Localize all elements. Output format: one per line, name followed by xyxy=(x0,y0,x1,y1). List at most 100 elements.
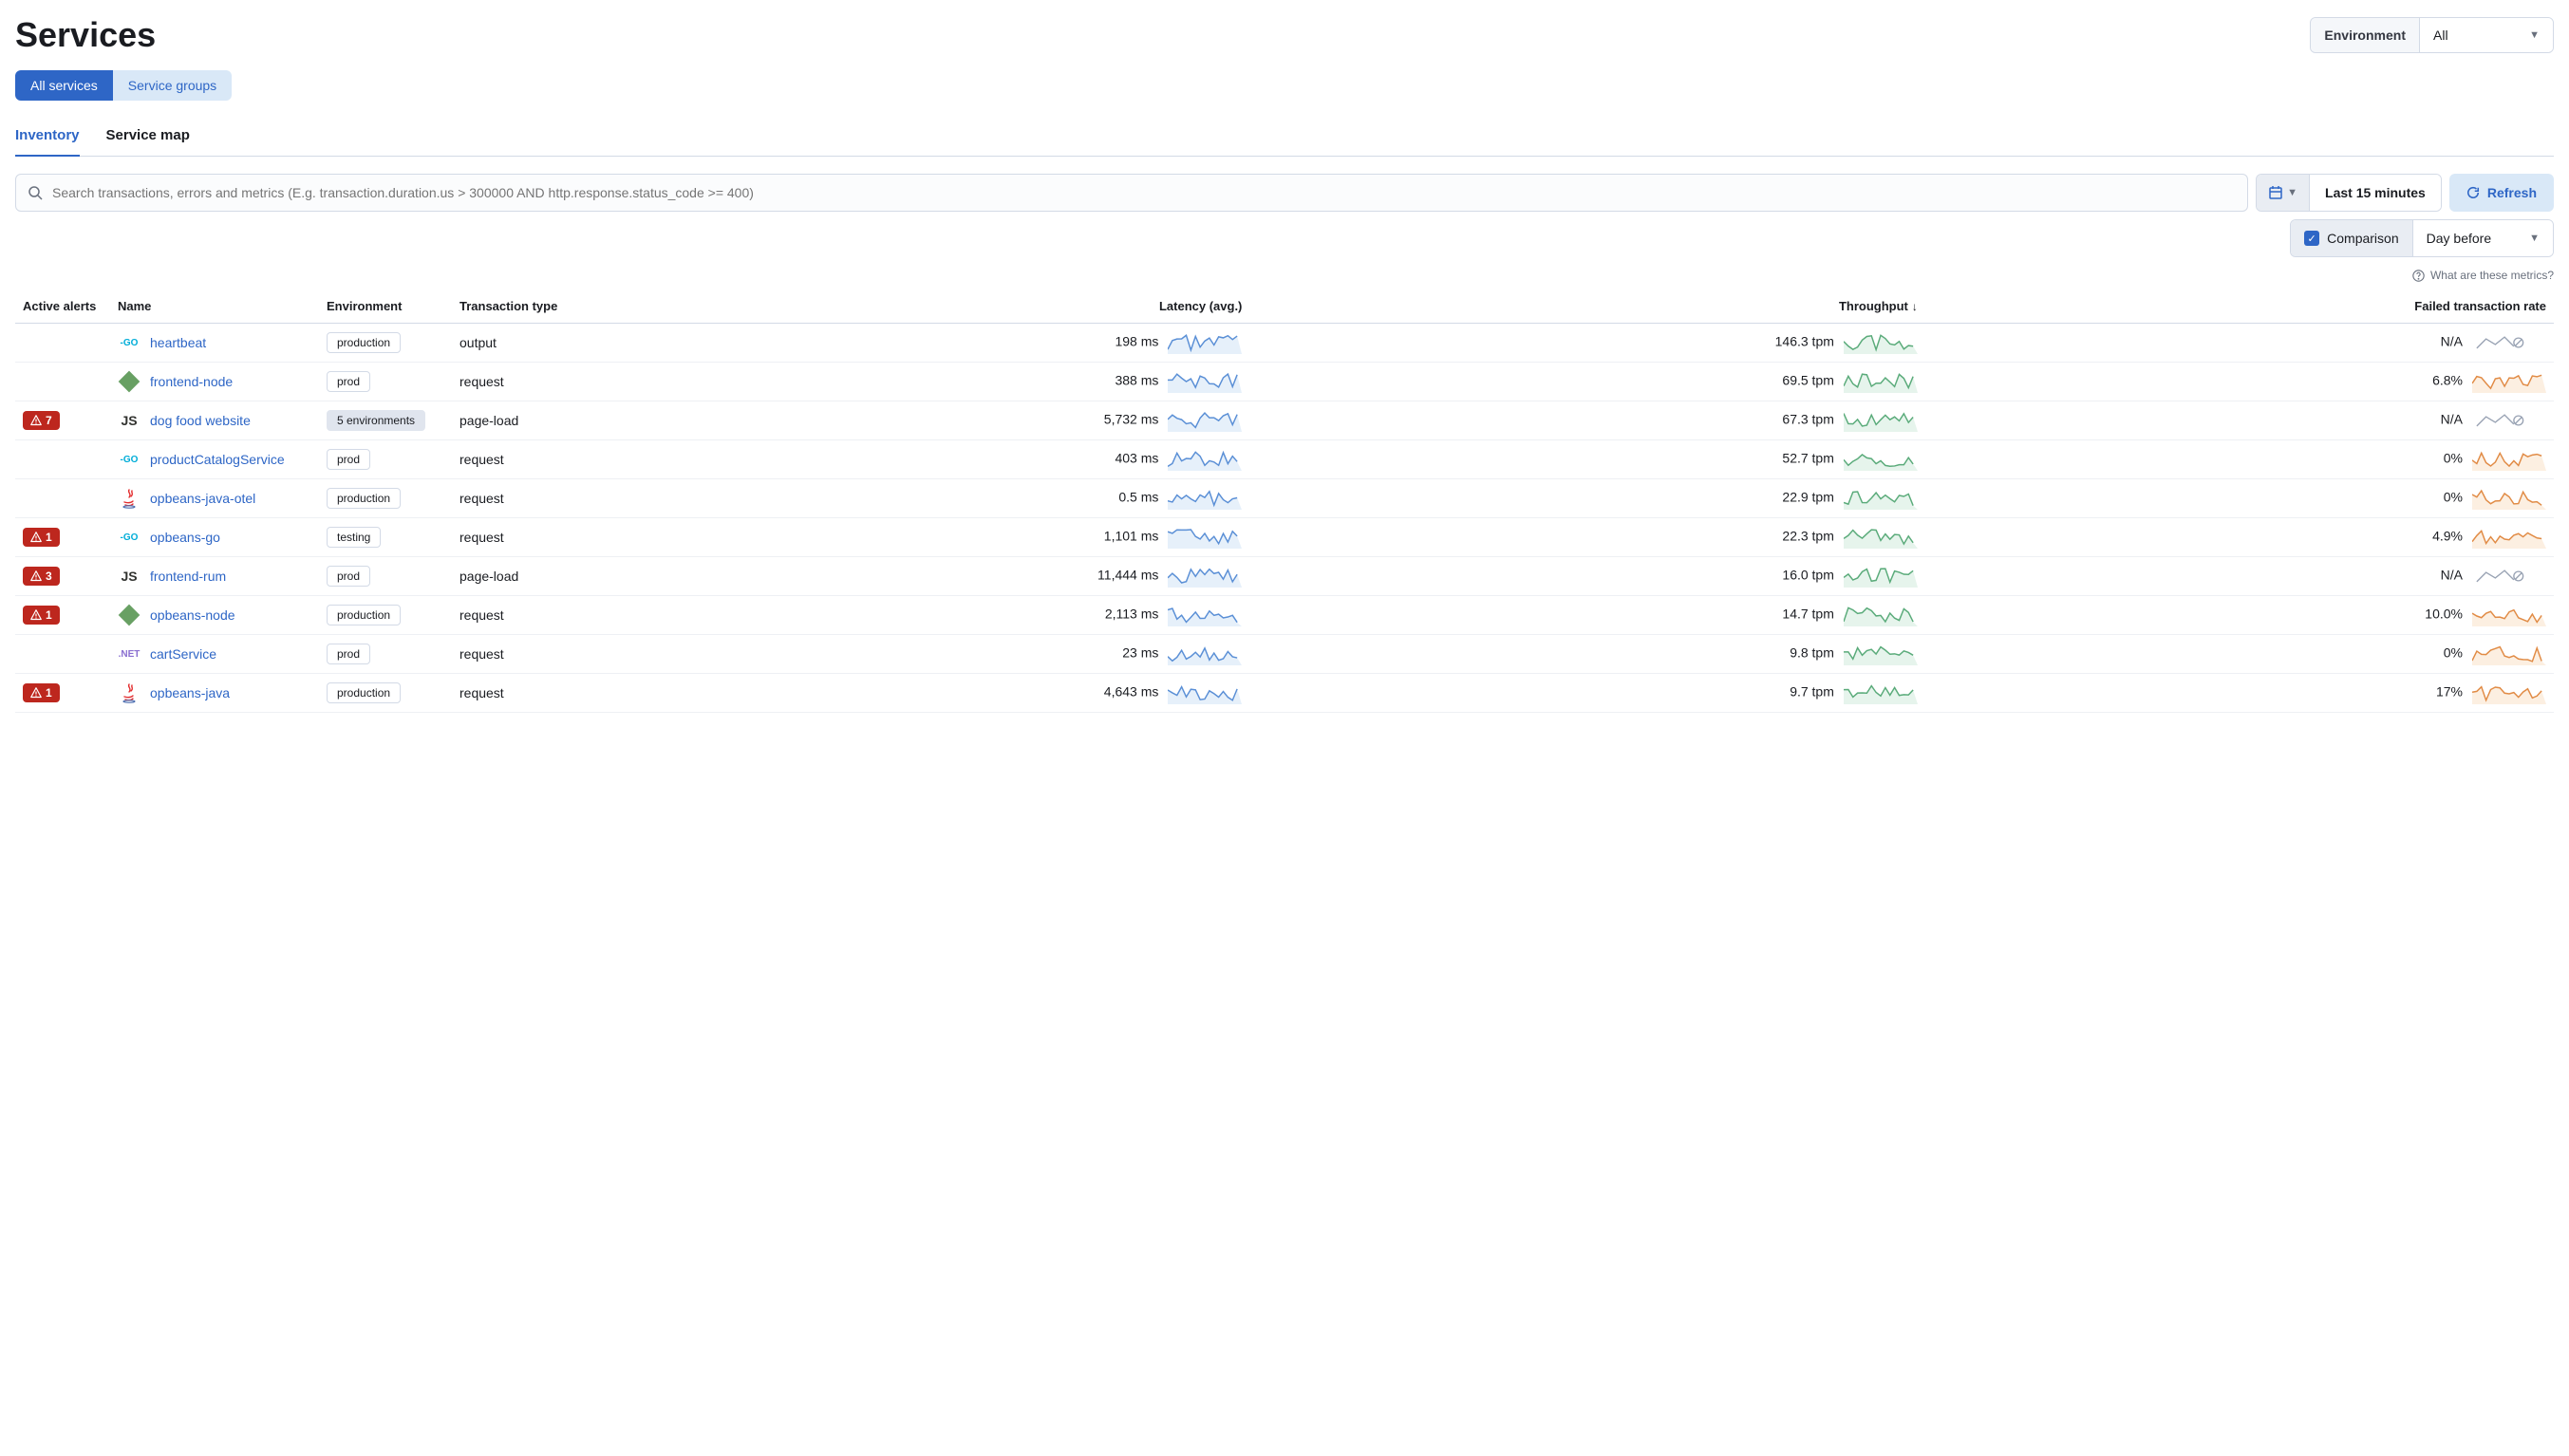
failed-rate-value: N/A xyxy=(2441,412,2463,427)
service-link[interactable]: opbeans-node xyxy=(150,607,235,623)
sparkline xyxy=(1844,409,1918,432)
service-link[interactable]: dog food website xyxy=(150,413,251,428)
table-row: 1opbeans-nodeproductionrequest2,113 ms14… xyxy=(15,596,2554,635)
transaction-type: request xyxy=(452,440,566,479)
transaction-type: request xyxy=(452,596,566,635)
transaction-type: request xyxy=(452,674,566,713)
go-icon: -GO xyxy=(118,526,141,549)
sparkline xyxy=(1844,604,1918,626)
service-link[interactable]: opbeans-java-otel xyxy=(150,491,255,506)
time-range-value[interactable]: Last 15 minutes xyxy=(2310,175,2441,211)
environment-label: Environment xyxy=(2311,18,2420,52)
sparkline xyxy=(2472,448,2546,471)
search-input[interactable] xyxy=(52,185,2236,200)
sparkline xyxy=(1168,409,1242,432)
checkbox-checked-icon: ✓ xyxy=(2304,231,2319,246)
failed-rate-value: 4.9% xyxy=(2432,529,2463,544)
comparison-value-select[interactable]: Day before ▼ xyxy=(2413,220,2553,256)
refresh-button[interactable]: Refresh xyxy=(2449,174,2554,212)
js-icon: JS xyxy=(118,409,141,432)
failed-rate-value: N/A xyxy=(2441,334,2463,349)
tab-inventory[interactable]: Inventory xyxy=(15,120,80,157)
service-link[interactable]: frontend-rum xyxy=(150,569,226,584)
chevron-down-icon: ▼ xyxy=(2287,187,2297,198)
environment-tag: prod xyxy=(327,566,370,587)
java-icon xyxy=(118,681,141,704)
latency-value: 1,101 ms xyxy=(1104,529,1159,544)
time-range-picker[interactable]: ▼ Last 15 minutes xyxy=(2256,174,2442,212)
throughput-value: 22.3 tpm xyxy=(1782,529,1833,544)
sparkline xyxy=(1168,604,1242,626)
throughput-value: 146.3 tpm xyxy=(1775,334,1834,349)
col-throughput[interactable]: Throughput↓ xyxy=(1249,289,1925,324)
sparkline xyxy=(2472,604,2546,626)
table-row: 1-GOopbeans-gotestingrequest1,101 ms22.3… xyxy=(15,518,2554,557)
environment-selector[interactable]: Environment All ▼ xyxy=(2310,17,2554,53)
sparkline xyxy=(1844,370,1918,393)
comparison-toggle[interactable]: ✓ Comparison xyxy=(2291,220,2412,256)
service-link[interactable]: heartbeat xyxy=(150,335,206,350)
sparkline xyxy=(1168,681,1242,704)
col-env[interactable]: Environment xyxy=(319,289,452,324)
environment-tag: testing xyxy=(327,527,381,548)
failed-rate-value: 17% xyxy=(2436,684,2463,700)
na-sparkline-icon xyxy=(2472,409,2546,432)
col-failed[interactable]: Failed transaction rate xyxy=(1925,289,2554,324)
search-box[interactable] xyxy=(15,174,2248,212)
sparkline xyxy=(1844,331,1918,354)
service-link[interactable]: frontend-node xyxy=(150,374,233,389)
col-latency[interactable]: Latency (avg.) xyxy=(566,289,1249,324)
col-txn[interactable]: Transaction type xyxy=(452,289,566,324)
search-icon xyxy=(28,185,43,200)
go-icon: -GO xyxy=(118,448,141,471)
environment-value[interactable]: All ▼ xyxy=(2420,18,2553,52)
sparkline xyxy=(2472,526,2546,549)
service-link[interactable]: cartService xyxy=(150,646,216,662)
latency-value: 23 ms xyxy=(1122,645,1158,661)
service-link[interactable]: productCatalogService xyxy=(150,452,285,467)
calendar-button[interactable]: ▼ xyxy=(2257,175,2310,211)
alert-badge[interactable]: 1 xyxy=(23,528,60,547)
sparkline xyxy=(1844,643,1918,665)
sparkline xyxy=(1168,370,1242,393)
col-name[interactable]: Name xyxy=(110,289,319,324)
na-sparkline-icon xyxy=(2472,565,2546,588)
services-table: Active alerts Name Environment Transacti… xyxy=(15,289,2554,713)
environment-tag: production xyxy=(327,605,401,625)
failed-rate-value: 0% xyxy=(2444,451,2463,466)
table-row: 3JSfrontend-rumprodpage-load11,444 ms16.… xyxy=(15,557,2554,596)
environment-tag: prod xyxy=(327,644,370,664)
alert-badge[interactable]: 1 xyxy=(23,606,60,625)
col-alerts[interactable]: Active alerts xyxy=(15,289,110,324)
js-icon: JS xyxy=(118,565,141,588)
chevron-down-icon: ▼ xyxy=(2529,29,2540,41)
transaction-type: page-load xyxy=(452,401,566,440)
go-icon: -GO xyxy=(118,331,141,354)
alert-badge[interactable]: 3 xyxy=(23,567,60,586)
transaction-type: output xyxy=(452,324,566,363)
tabs: Inventory Service map xyxy=(15,120,2554,157)
table-row: -GO heartbeat production output 198 ms 146.3 … xyxy=(15,324,2554,363)
latency-value: 4,643 ms xyxy=(1104,684,1159,700)
throughput-value: 9.8 tpm xyxy=(1790,645,1834,661)
throughput-value: 14.7 tpm xyxy=(1782,607,1833,622)
help-icon xyxy=(2412,270,2425,282)
view-toggle: All services Service groups xyxy=(15,70,232,101)
sparkline xyxy=(1844,681,1918,704)
table-row: -GOproductCatalogServiceprodrequest403 m… xyxy=(15,440,2554,479)
alert-badge[interactable]: 7 xyxy=(23,411,60,430)
environment-tag: 5 environments xyxy=(327,410,425,431)
latency-value: 198 ms xyxy=(1115,334,1158,349)
alert-badge[interactable]: 1 xyxy=(23,683,60,702)
tab-service-map[interactable]: Service map xyxy=(106,120,190,156)
service-link[interactable]: opbeans-java xyxy=(150,685,230,700)
service-link[interactable]: opbeans-go xyxy=(150,530,220,545)
chevron-down-icon: ▼ xyxy=(2529,233,2540,244)
all-services-toggle[interactable]: All services xyxy=(15,70,113,101)
metrics-hint-link[interactable]: What are these metrics? xyxy=(15,269,2554,282)
refresh-icon xyxy=(2466,186,2480,199)
sparkline xyxy=(1844,526,1918,549)
table-row: 1opbeans-javaproductionrequest4,643 ms9.… xyxy=(15,674,2554,713)
service-groups-toggle[interactable]: Service groups xyxy=(113,70,232,101)
environment-tag: production xyxy=(327,332,401,353)
